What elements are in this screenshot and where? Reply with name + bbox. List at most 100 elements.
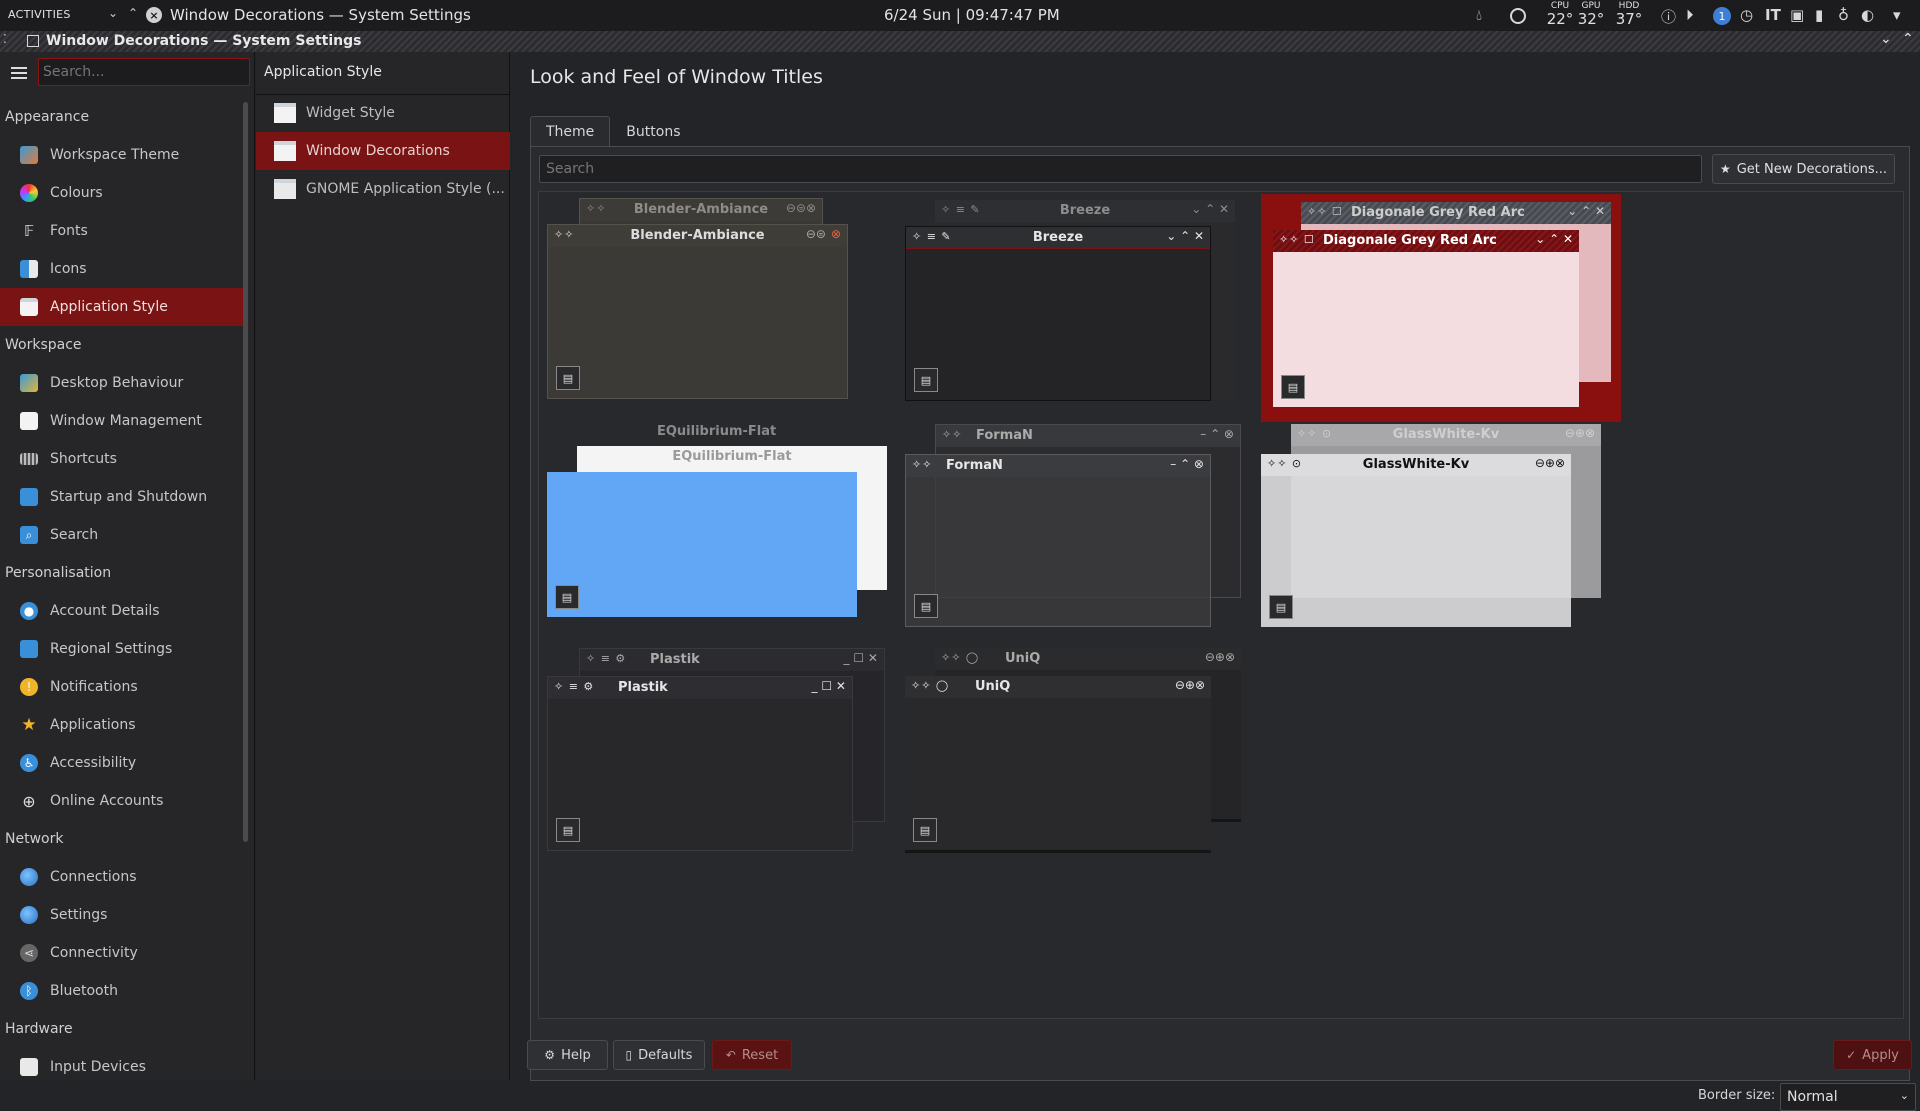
- theme-panel: ★Get New Decorations... ✧✧Blender-Ambian…: [530, 146, 1916, 1111]
- tray-menu-icon[interactable]: ▾: [1893, 6, 1901, 24]
- bulb-icon[interactable]: ♁: [1838, 6, 1849, 24]
- decoration-preview-diagonale-grey-red-arc[interactable]: ✧✧ ☐ Diagonale Grey Red Arc ⌄ ⌃ ✕ ✧✧ ☐ Diag…: [1261, 194, 1621, 422]
- subcategory-window-decorations[interactable]: Window Decorations: [256, 132, 510, 170]
- document-icon: ▯: [625, 1048, 633, 1062]
- decoration-preview-forman[interactable]: ✧✧ FormaN – ⌃ ⊗ ✧✧ FormaN – ⌃ ⊗ ▤: [905, 424, 1265, 649]
- display-icon[interactable]: ▣: [1790, 6, 1804, 24]
- sidebar-search-input[interactable]: [38, 58, 250, 86]
- battery-icon[interactable]: ▮: [1815, 6, 1823, 24]
- decoration-preview-plastik[interactable]: ✧ ≡ ⚙ Plastik _ ☐ ✕ ✧ ≡ ⚙ Plastik _ ☐ ✕ ▤: [547, 648, 907, 873]
- close-icon[interactable]: ×: [146, 7, 162, 23]
- star-icon: ★: [21, 715, 37, 735]
- help-button[interactable]: ⚙ Help: [527, 1040, 608, 1070]
- help-icon: ⚙: [544, 1048, 556, 1062]
- input-method-icon[interactable]: IT: [1765, 6, 1781, 24]
- checkmark-icon: ✓: [1846, 1048, 1857, 1062]
- preview-front-window: ✧ ≡ ✎ Breeze ⌄ ⌃ ✕ ▤: [905, 226, 1211, 401]
- volume-icon[interactable]: ◐: [1861, 6, 1874, 24]
- info-icon[interactable]: ⓘ: [1661, 6, 1676, 27]
- sidebar-item-notifications[interactable]: ! Notifications: [0, 668, 248, 706]
- sidebar-item-desktop-behaviour[interactable]: Desktop Behaviour: [0, 364, 248, 402]
- decoration-preview-blender-ambiance[interactable]: ✧✧ Blender-Ambiance ⊖⊜⊗ ✧✧ Blender-Ambiance…: [547, 198, 907, 423]
- maximize-icon[interactable]: ⌃: [1902, 31, 1914, 47]
- preview-menu-icon: ▤: [913, 818, 937, 842]
- category-appearance: Appearance: [5, 109, 90, 125]
- clock[interactable]: 6/24 Sun | 09:47:47 PM: [884, 6, 1060, 24]
- sidebar-scrollbar[interactable]: [243, 102, 248, 842]
- sidebar-item-window-management[interactable]: Window Management: [0, 402, 248, 440]
- droplet-icon[interactable]: 💧︎: [1476, 6, 1482, 24]
- window-management-icon: [20, 412, 38, 430]
- chevron-up-icon[interactable]: ⌃: [128, 6, 138, 20]
- decoration-preview-glasswhite-kv[interactable]: ✧✧ ⊙ GlassWhite-Kv ⊖⊕⊗ ✧✧ ⊙ GlassWhite-Kv ⊖⊕…: [1261, 424, 1621, 649]
- subcategory-header: Application Style: [264, 64, 382, 80]
- cpu-sensor[interactable]: CPU 22°: [1543, 1, 1577, 28]
- hdd-sensor[interactable]: HDD 37°: [1612, 1, 1646, 28]
- desktop-behaviour-icon: [20, 374, 38, 392]
- network-settings-icon: [20, 906, 38, 924]
- fonts-icon: 𝔽: [23, 222, 35, 240]
- preview-back-titlebar: ✧✧ Blender-Ambiance ⊖⊜⊗: [580, 199, 822, 221]
- preview-menu-icon: ▤: [555, 585, 579, 609]
- category-personalisation: Personalisation: [5, 565, 112, 581]
- preview-front-window: ✧✧ ☐ Diagonale Grey Red Arc ⌄ ⌃ ✕ ▤: [1273, 230, 1579, 407]
- hamburger-menu-icon[interactable]: [11, 67, 27, 79]
- sidebar-list: Appearance Workspace Theme Colours 𝔽 Font…: [0, 98, 248, 1086]
- sidebar-item-connections[interactable]: Connections: [0, 858, 248, 896]
- sidebar-item-fonts[interactable]: 𝔽 Fonts: [0, 212, 248, 250]
- category-workspace: Workspace: [5, 337, 82, 353]
- reset-button[interactable]: ↶ Reset: [712, 1040, 792, 1070]
- sidebar-item-icons[interactable]: Icons: [0, 250, 248, 288]
- preview-menu-icon: ▤: [914, 594, 938, 618]
- sidebar-item-settings[interactable]: Settings: [0, 896, 248, 934]
- sidebar-item-startup-shutdown[interactable]: Startup and Shutdown: [0, 478, 248, 516]
- window-menu-icon[interactable]: ⁚: [3, 32, 7, 46]
- clock-icon[interactable]: ◷: [1740, 6, 1753, 24]
- tab-buttons[interactable]: Buttons: [610, 116, 696, 147]
- sidebar-item-connectivity[interactable]: ⋖ Connectivity: [0, 934, 248, 972]
- defaults-button[interactable]: ▯ Defaults: [613, 1040, 705, 1070]
- window-title: Window Decorations — System Settings: [46, 33, 362, 49]
- subcategory-gnome-application-style[interactable]: GNOME Application Style (...: [256, 170, 510, 208]
- window-titlebar[interactable]: ⁚ Window Decorations — System Settings ⌄…: [0, 31, 1920, 52]
- badge-icon[interactable]: 1: [1713, 7, 1731, 25]
- chevron-down-icon[interactable]: ⌄: [108, 6, 118, 20]
- sidebar-item-input-devices[interactable]: Input Devices: [0, 1048, 248, 1086]
- circle-icon[interactable]: [1510, 8, 1526, 24]
- decoration-preview-equilibrium-flat[interactable]: EQuilibrium-Flat EQuilibrium-Flat ▤: [547, 424, 907, 649]
- sidebar-item-account-details[interactable]: ● Account Details: [0, 592, 248, 630]
- keyboard-icon: [20, 453, 38, 465]
- category-hardware: Hardware: [5, 1021, 73, 1037]
- workspace-theme-icon: [20, 146, 38, 164]
- sidebar-item-workspace-theme[interactable]: Workspace Theme: [0, 136, 248, 174]
- apply-button[interactable]: ✓ Apply: [1833, 1040, 1912, 1070]
- preview-front-window: ▤: [547, 472, 857, 617]
- share-icon: ⋖: [20, 944, 38, 962]
- gpu-sensor[interactable]: GPU 32°: [1574, 1, 1608, 28]
- sidebar-item-accessibility[interactable]: ♿︎ Accessibility: [0, 744, 248, 782]
- minimize-icon[interactable]: ⌄: [1880, 31, 1892, 47]
- flag-icon: [20, 640, 38, 658]
- play-icon[interactable]: ⏵: [1686, 6, 1694, 24]
- sidebar-item-application-style[interactable]: Application Style: [0, 288, 248, 326]
- tab-theme[interactable]: Theme: [530, 116, 611, 147]
- sidebar-item-search[interactable]: ⌕ Search: [0, 516, 248, 554]
- decoration-preview-uniq[interactable]: ✧✧ ◯ UniQ ⊖⊕⊗ ✧✧ ◯ UniQ ⊖⊕⊗ ▤: [905, 648, 1265, 873]
- get-new-decorations-button[interactable]: ★ Get New Decorations...: [1712, 154, 1895, 184]
- sidebar-item-applications[interactable]: ★ Applications: [0, 706, 248, 744]
- sidebar-item-online-accounts[interactable]: ⊕ Online Accounts: [0, 782, 248, 820]
- sidebar-item-shortcuts[interactable]: Shortcuts: [0, 440, 248, 478]
- subcategory-widget-style[interactable]: Widget Style: [256, 94, 510, 132]
- decoration-search-input[interactable]: [539, 155, 1702, 183]
- decoration-preview-breeze[interactable]: ✧ ≡ ✎ Breeze ⌄ ⌃ ✕ ✧ ≡ ✎ Breeze ⌄ ⌃ ✕ ▤: [905, 198, 1265, 423]
- undo-icon: ↶: [725, 1048, 736, 1062]
- keep-above-icon[interactable]: [27, 35, 39, 47]
- preview-front-window: ✧✧ ◯ UniQ ⊖⊕⊗ ▤: [905, 676, 1211, 853]
- activities-button[interactable]: ACTIVITIES: [8, 8, 71, 21]
- sidebar-item-bluetooth[interactable]: ᛒ Bluetooth: [0, 972, 248, 1010]
- sidebar-item-colours[interactable]: Colours: [0, 174, 248, 212]
- widget-style-icon: [274, 103, 296, 123]
- preview-menu-icon: ▤: [914, 368, 938, 392]
- sidebar-item-regional-settings[interactable]: Regional Settings: [0, 630, 248, 668]
- border-size-select[interactable]: Normal ⌄: [1780, 1083, 1916, 1111]
